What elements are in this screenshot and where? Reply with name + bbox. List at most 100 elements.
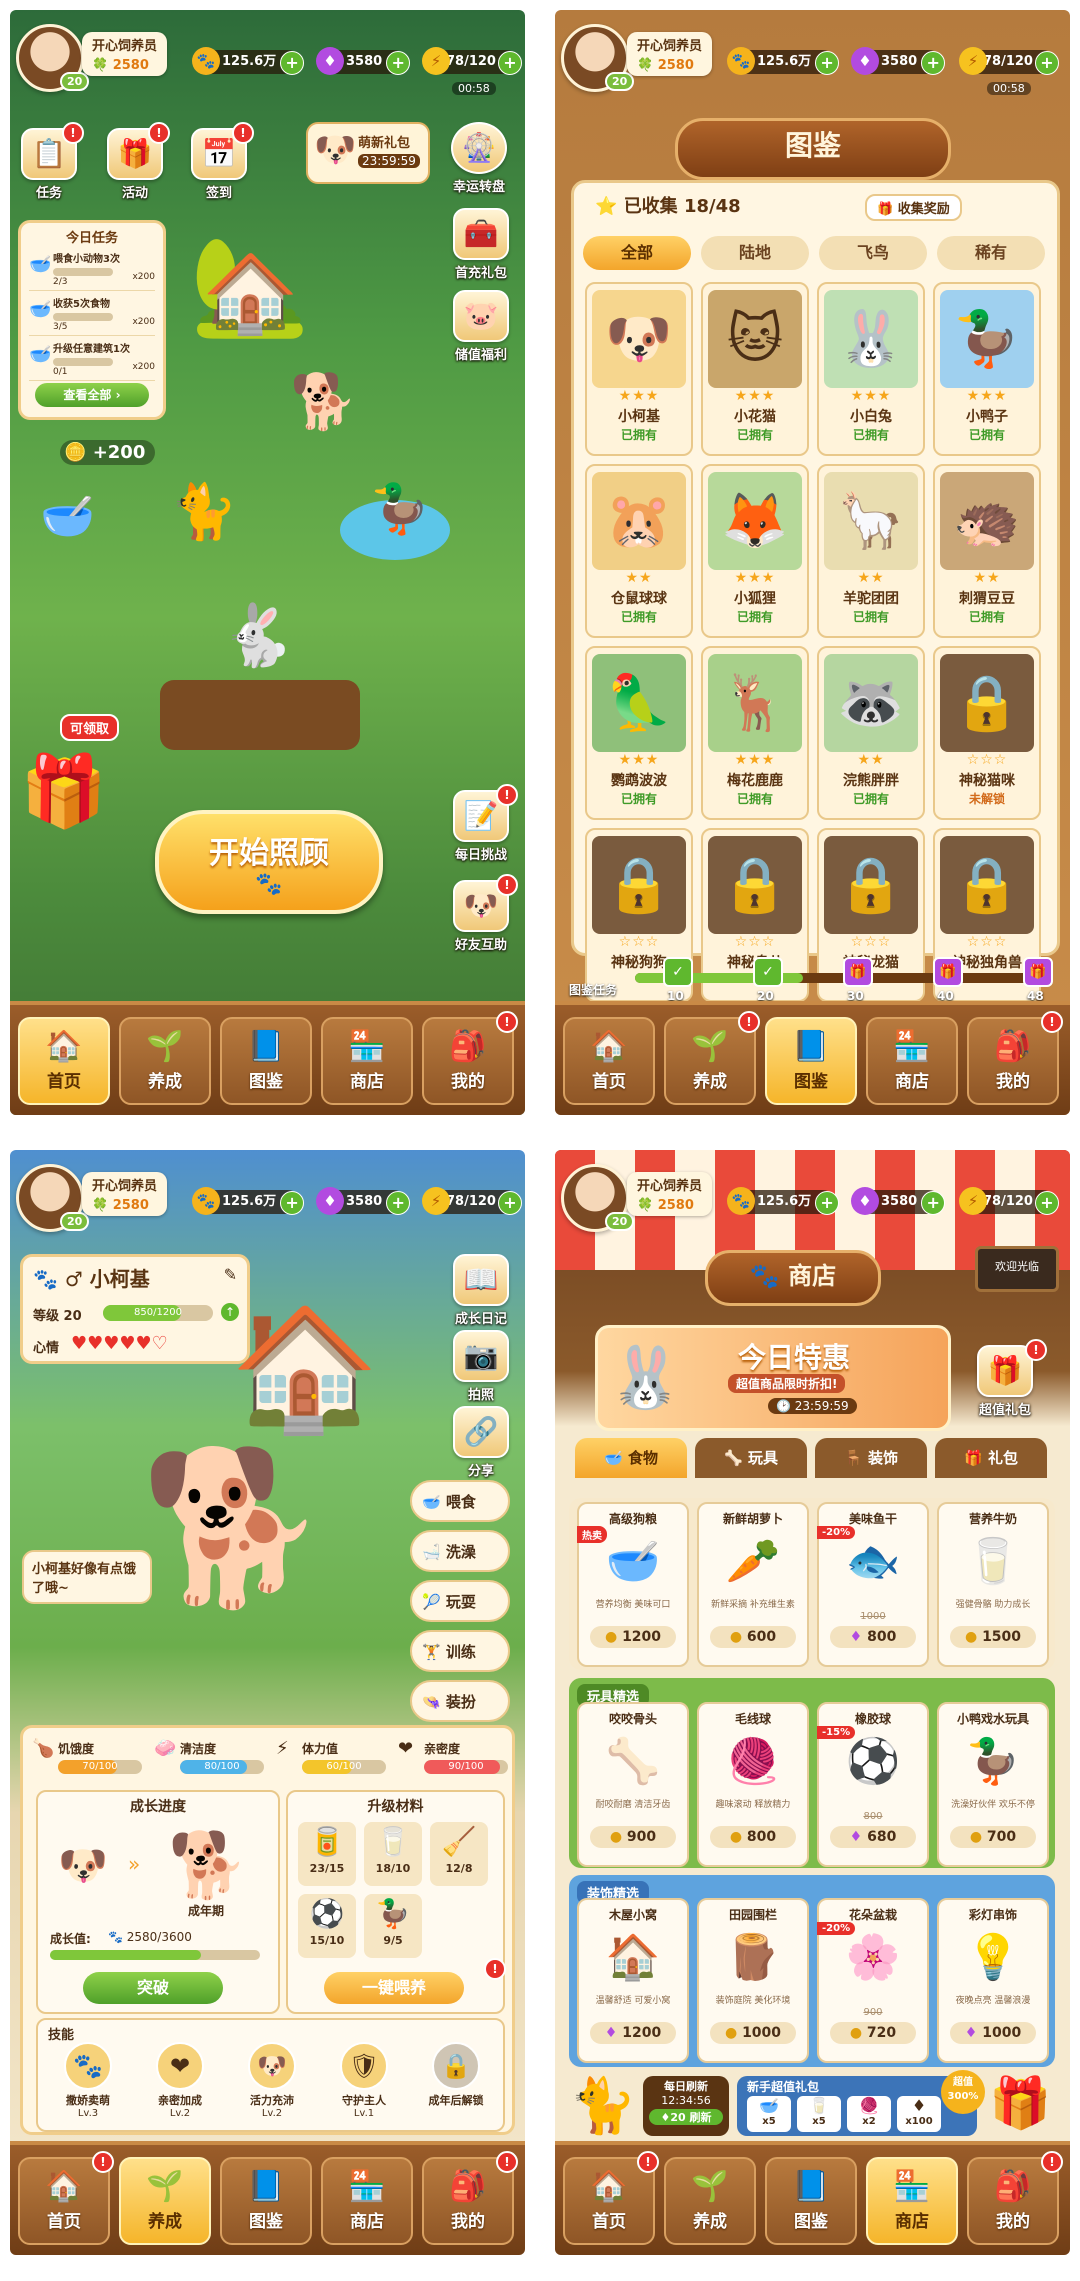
shop-item[interactable]: 营养牛奶 🥛 强健骨骼 助力成长 ● 1500 [937, 1502, 1049, 1667]
duck-pet[interactable]: 🦆 [370, 480, 430, 537]
lucky-wheel-button[interactable]: 🎡 幸运转盘 [448, 122, 510, 195]
shop-item[interactable]: 美味鱼干 🐟 1000 ♦ 800 -20% [817, 1502, 929, 1667]
nav-grow[interactable]: 🌱 养成 [119, 1017, 211, 1105]
add-energy-button[interactable]: + [497, 51, 522, 75]
shop-tab-0[interactable]: 🥣 食物 [575, 1438, 687, 1478]
add-coin-button[interactable]: + [280, 51, 305, 75]
edit-icon[interactable]: ✎ [224, 1265, 237, 1284]
nav-shop[interactable]: 🏪 商店 [321, 1017, 413, 1105]
add-gem-button[interactable]: + [386, 51, 411, 75]
nav-collection[interactable]: 📘 图鉴 [220, 2157, 312, 2245]
pet-card[interactable]: 🦝 ★★ 浣熊胖胖 已拥有 [817, 646, 925, 820]
milestone-check-icon[interactable]: ✓ [753, 957, 783, 987]
add-gem-button[interactable]: + [921, 1191, 946, 1215]
pet-card[interactable]: 🦊 ★★★ 小狐狸 已拥有 [701, 464, 809, 638]
checkin-button[interactable]: 📅 签到! [188, 122, 254, 201]
tab-1[interactable]: 陆地 [701, 236, 809, 270]
add-gem-button[interactable]: + [921, 51, 946, 75]
shop-item[interactable]: 小鸭戏水玩具 🦆 洗澡好伙伴 欢乐不停 ● 700 [937, 1702, 1049, 1867]
nav-profile[interactable]: 🎒 我的! [422, 2151, 518, 2245]
add-energy-button[interactable]: + [497, 1191, 522, 1215]
skill-item[interactable]: 🐶 活力充沛 Lv.2 [230, 2042, 314, 2119]
newbie-gift-card[interactable]: 🐶 萌新礼包 23:59:59 [306, 122, 430, 184]
daily-special-banner[interactable]: 🐰 今日特惠 超值商品限时折扣! 🕑 23:59:59 [595, 1325, 951, 1431]
pet-card[interactable]: 🦌 ★★★ 梅花鹿鹿 已拥有 [701, 646, 809, 820]
pet-card[interactable]: 🐶 ★★★ 小柯基 已拥有 [585, 282, 693, 456]
friend-help-button[interactable]: 🐶 好友互助! [450, 874, 518, 953]
share-button[interactable]: 🔗 分享 [450, 1406, 512, 1479]
nav-grow[interactable]: 🌱 养成 [119, 2157, 211, 2245]
nav-profile[interactable]: 🎒 我的! [422, 1011, 518, 1105]
cat-pet[interactable]: 🐈 [170, 480, 237, 544]
action-1[interactable]: 🛁 洗澡 [410, 1530, 510, 1572]
add-coin-button[interactable]: + [815, 1191, 840, 1215]
pet-card[interactable]: 🐱 ★★★ 小花猫 已拥有 [701, 282, 809, 456]
add-coin-button[interactable]: + [815, 51, 840, 75]
nav-home[interactable]: 🏠 首页 [563, 1017, 655, 1105]
add-energy-button[interactable]: + [1034, 51, 1059, 75]
nav-shop[interactable]: 🏪 商店 [321, 2157, 413, 2245]
pet-card[interactable]: 🦔 ★★ 刺猬豆豆 已拥有 [933, 464, 1041, 638]
shop-item[interactable]: 咬咬骨头 🦴 耐咬耐磨 清洁牙齿 ● 900 [577, 1702, 689, 1867]
action-4[interactable]: 👒 装扮 [410, 1680, 510, 1722]
vegetable-garden[interactable] [160, 680, 360, 750]
shop-item[interactable]: 新鲜胡萝卜 🥕 新鲜采摘 补充维生素 ● 600 [697, 1502, 809, 1667]
pet-card[interactable]: 🦆 ★★★ 小鸭子 已拥有 [933, 282, 1041, 456]
task-button[interactable]: 📋 任务! [18, 122, 84, 201]
start-care-button[interactable]: 开始照顾 🐾 [155, 810, 383, 914]
nav-profile[interactable]: 🎒 我的! [967, 2151, 1063, 2245]
growth-diary-button[interactable]: 📖 成长日记 [450, 1254, 512, 1327]
doghouse-icon[interactable]: 🏡 [190, 230, 310, 343]
shop-item[interactable]: 花朵盆栽 🌸 900 ● 720 -20% [817, 1898, 929, 2063]
refresh-button[interactable]: ♦20 刷新 [649, 2109, 723, 2125]
coin-reward-bubble[interactable]: 🪙 +200 [60, 440, 156, 465]
nav-shop[interactable]: 🏪 商店 [866, 2157, 958, 2245]
add-coin-button[interactable]: + [280, 1191, 305, 1215]
shop-item[interactable]: 高级狗粮 🥣 营养均衡 美味可口 ● 1200 热卖 [577, 1502, 689, 1667]
photo-button[interactable]: 📷 拍照 [450, 1330, 512, 1403]
skill-item[interactable]: ❤ 亲密加成 Lv.2 [138, 2042, 222, 2119]
shop-item[interactable]: 木屋小窝 🏠 温馨舒适 可爱小窝 ♦ 1200 [577, 1898, 689, 2063]
gift-box-icon[interactable]: 🎁 [20, 750, 107, 833]
nav-grow[interactable]: 🌱 养成! [664, 1011, 760, 1105]
nav-home[interactable]: 🏠 首页 [18, 1017, 110, 1105]
action-3[interactable]: 🏋 训练 [410, 1630, 510, 1672]
shop-item[interactable]: 彩灯串饰 💡 夜晚点亮 温馨浪漫 ♦ 1000 [937, 1898, 1049, 2063]
skill-item[interactable]: 🛡 守护主人 Lv.1 [322, 2042, 406, 2119]
nav-home[interactable]: 🏠 首页! [563, 2151, 659, 2245]
food-bowl-icon[interactable]: 🥣 [40, 490, 95, 542]
shop-item[interactable]: 毛线球 🧶 趣味滚动 释放精力 ● 800 [697, 1702, 809, 1867]
pet-card[interactable]: 🐰 ★★★ 小白兔 已拥有 [817, 282, 925, 456]
tab-0[interactable]: 全部 [583, 236, 691, 270]
shop-tab-2[interactable]: 🪑 装饰 [815, 1438, 927, 1478]
shop-tab-3[interactable]: 🎁 礼包 [935, 1438, 1047, 1478]
corgi-pet[interactable]: 🐕 [140, 1440, 327, 1616]
pet-card[interactable]: 🔒 ☆☆☆ 神秘猫咪 未解锁 [933, 646, 1041, 820]
nav-shop[interactable]: 🏪 商店 [866, 1017, 958, 1105]
breakthrough-button[interactable]: 突破 [83, 1972, 223, 2004]
nav-profile[interactable]: 🎒 我的! [967, 1011, 1063, 1105]
skill-item[interactable]: 🐾 撒娇卖萌 Lv.3 [46, 2042, 130, 2119]
pet-card[interactable]: 🐹 ★★ 仓鼠球球 已拥有 [585, 464, 693, 638]
nav-collection[interactable]: 📘 图鉴 [765, 1017, 857, 1105]
nav-collection[interactable]: 📘 图鉴 [765, 2157, 857, 2245]
milestone-chest-icon[interactable]: 🎁 [1023, 957, 1053, 987]
shop-item[interactable]: 田园围栏 🪵 装饰庭院 美化环境 ● 1000 [697, 1898, 809, 2063]
tab-2[interactable]: 飞鸟 [819, 236, 927, 270]
tab-3[interactable]: 稀有 [937, 236, 1045, 270]
milestone-check-icon[interactable]: ✓ [663, 957, 693, 987]
nav-grow[interactable]: 🌱 养成 [664, 2157, 756, 2245]
first-recharge-button[interactable]: 🧰 首充礼包 [450, 208, 512, 281]
action-0[interactable]: 🥣 喂食 [410, 1480, 510, 1522]
nav-home[interactable]: 🏠 首页! [18, 2151, 114, 2245]
gift-box-icon[interactable]: 🎁 [989, 2074, 1051, 2133]
shop-item[interactable]: 橡胶球 ⚽ 800 ♦ 680 -15% [817, 1702, 929, 1867]
rabbit-pet[interactable]: 🐇 [220, 600, 295, 671]
savings-button[interactable]: 🐷 储值福利 [450, 290, 512, 363]
view-all-button[interactable]: 查看全部 › [35, 383, 149, 407]
milestone-chest-icon[interactable]: 🎁 [933, 957, 963, 987]
corgi-pet[interactable]: 🐕 [290, 370, 357, 434]
collection-reward-button[interactable]: 🎁 收集奖励 [865, 194, 962, 221]
milestone-chest-icon[interactable]: 🎁 [843, 957, 873, 987]
pet-card[interactable]: 🦜 ★★★ 鹦鹉波波 已拥有 [585, 646, 693, 820]
